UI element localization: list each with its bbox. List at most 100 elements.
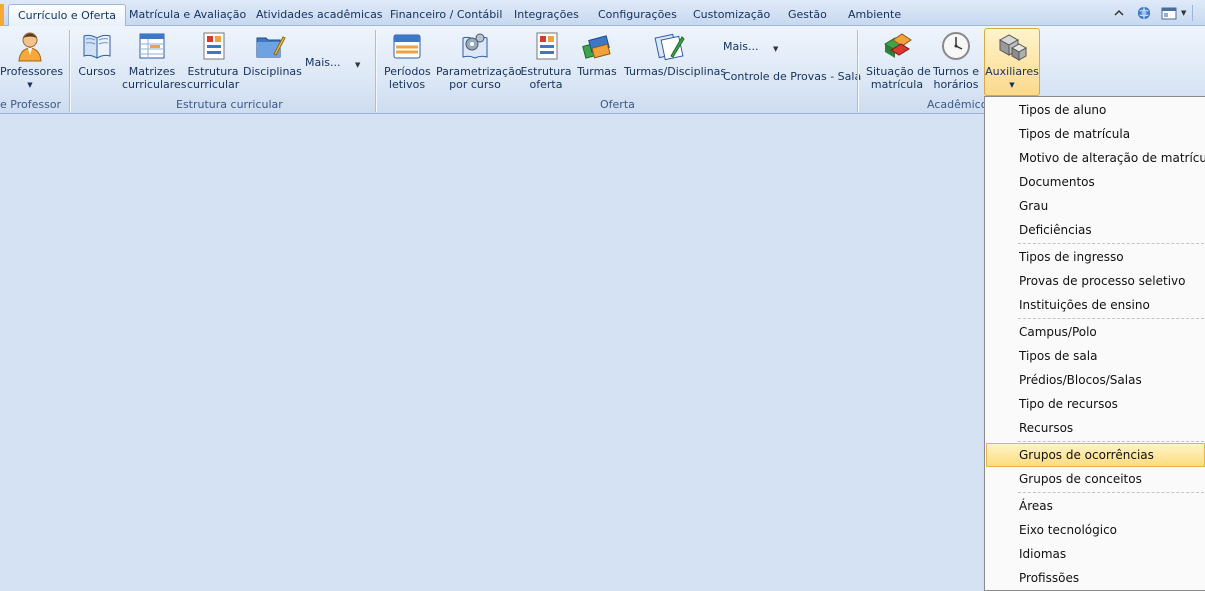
menu-item-deficiencias[interactable]: Deficiências — [986, 218, 1205, 242]
toolbar-divider — [1192, 5, 1193, 21]
professores-dropdown-icon: ▼ — [27, 81, 33, 89]
professores-label: Professores — [0, 65, 64, 78]
matrizes-label-line2: curriculares — [122, 78, 187, 91]
parametrizacao-label-line2: por curso — [449, 78, 501, 91]
menu-item-tipos-de-matricula[interactable]: Tipos de matrícula — [986, 122, 1205, 146]
gear-book-icon — [462, 33, 488, 59]
auxiliares-dropdown-icon: ▼ — [1009, 81, 1015, 89]
tab-financeiro-contabil[interactable]: Financeiro / Contábil — [390, 5, 502, 26]
group-label-estrutura-curricular: Estrutura curricular — [176, 98, 283, 111]
clock-icon — [942, 32, 970, 60]
situacao-label-line1: Situação de — [866, 65, 931, 78]
estrutura-oferta-button[interactable]: Estrutura oferta — [520, 30, 572, 91]
situacao-label-line2: matrícula — [870, 78, 924, 91]
auxiliares-dropdown-menu: Tipos de aluno Tipos de matrícula Motivo… — [984, 96, 1205, 591]
cursos-label: Cursos — [78, 65, 116, 78]
estrutura-mais-button[interactable]: Mais... ▼ — [305, 56, 365, 69]
oferta-mais-label: Mais... — [723, 40, 759, 53]
menu-item-tipos-de-aluno[interactable]: Tipos de aluno — [986, 98, 1205, 122]
group-label-professor: e Professor — [0, 98, 62, 111]
calendar-icon — [393, 34, 421, 59]
menu-item-instituicoes-de-ensino[interactable]: Instituições de ensino — [986, 293, 1205, 317]
structure-chart-icon — [203, 32, 225, 60]
turmas-disciplinas-button[interactable]: Turmas/Disciplinas — [624, 30, 726, 78]
menu-item-tipos-de-sala[interactable]: Tipos de sala — [986, 344, 1205, 368]
tab-ambiente[interactable]: Ambiente — [848, 5, 901, 26]
tab-matricula-avaliacao[interactable]: Matrícula e Avaliação — [129, 5, 246, 26]
disciplinas-button[interactable]: Disciplinas — [243, 30, 302, 78]
estrutura-curricular-label-line2: curricular — [187, 78, 240, 91]
class-disciplines-icon — [654, 33, 685, 61]
menu-separator — [1018, 441, 1204, 442]
menu-item-areas[interactable]: Áreas — [986, 494, 1205, 518]
tab-atividades-academicas[interactable]: Atividades acadêmicas — [256, 5, 383, 26]
parametrizacao-por-curso-button[interactable]: Parametrização por curso — [436, 30, 522, 91]
menu-item-campus-polo[interactable]: Campus/Polo — [986, 320, 1205, 344]
periodos-label-line2: letivos — [388, 78, 426, 91]
periodos-label-line1: Períodos — [384, 65, 431, 78]
class-books-icon — [582, 35, 611, 59]
auxiliares-label: Auxiliares — [985, 65, 1039, 78]
oferta-mais-button[interactable]: Mais... ▼ — [723, 40, 793, 53]
menu-item-profissoes[interactable]: Profissões — [986, 566, 1205, 590]
group-divider — [857, 30, 858, 112]
turnos-label-line1: Turnos e — [933, 65, 980, 78]
matrix-table-icon — [139, 33, 165, 59]
turnos-label-line2: horários — [933, 78, 979, 91]
estrutura-curricular-button[interactable]: Estrutura curricular — [187, 30, 239, 91]
tab-integracoes[interactable]: Integrações — [514, 5, 579, 26]
auxiliares-button[interactable]: Auxiliares ▼ — [984, 30, 1040, 92]
ribbon-tab-bar: Currículo e Oferta Matrícula e Avaliação… — [0, 0, 1205, 27]
controle-provas-sala-button[interactable]: Controle de Provas - Sala — [723, 70, 861, 83]
matrizes-label-line1: Matrizes — [128, 65, 176, 78]
book-icon — [83, 34, 111, 59]
application-button-edge[interactable] — [0, 4, 4, 26]
menu-item-eixo-tecnologico[interactable]: Eixo tecnológico — [986, 518, 1205, 542]
turmas-disciplinas-label: Turmas/Disciplinas — [624, 65, 727, 78]
periodos-letivos-button[interactable]: Períodos letivos — [384, 30, 431, 91]
menu-item-grau[interactable]: Grau — [986, 194, 1205, 218]
tab-configuracoes[interactable]: Configurações — [598, 5, 677, 26]
folder-pencil-icon — [256, 36, 286, 58]
help-globe-icon[interactable] — [1136, 6, 1152, 20]
situacao-matricula-button[interactable]: Situação de matrícula — [866, 30, 931, 91]
tab-gestao[interactable]: Gestão — [788, 5, 827, 26]
cursos-button[interactable]: Cursos — [77, 30, 117, 78]
group-label-academico: Acadêmico — [927, 98, 988, 111]
controle-provas-sala-label: Controle de Provas - Sala — [723, 70, 862, 83]
menu-item-recursos[interactable]: Recursos — [986, 416, 1205, 440]
structure-offer-icon — [536, 32, 558, 60]
estrutura-mais-label: Mais... — [305, 56, 341, 69]
tab-customizacao[interactable]: Customização — [693, 5, 770, 26]
menu-item-grupos-de-conceitos[interactable]: Grupos de conceitos — [986, 467, 1205, 491]
estrutura-oferta-label-line1: Estrutura — [520, 65, 572, 78]
parametrizacao-label-line1: Parametrização — [436, 65, 522, 78]
disciplinas-label: Disciplinas — [243, 65, 302, 78]
tab-curriculo-oferta[interactable]: Currículo e Oferta — [8, 4, 127, 27]
menu-separator — [1018, 318, 1204, 319]
matrizes-curriculares-button[interactable]: Matrizes curriculares — [122, 30, 187, 91]
menu-separator — [1018, 243, 1204, 244]
group-label-oferta: Oferta — [600, 98, 635, 111]
layout-icon[interactable] — [1161, 7, 1177, 20]
menu-item-documentos[interactable]: Documentos — [986, 170, 1205, 194]
group-divider — [69, 30, 70, 112]
turnos-horarios-button[interactable]: Turnos e horários — [933, 30, 979, 91]
auxiliary-boxes-icon — [998, 34, 1028, 61]
menu-item-tipo-de-recursos[interactable]: Tipo de recursos — [986, 392, 1205, 416]
menu-item-provas-processo-seletivo[interactable]: Provas de processo seletivo — [986, 269, 1205, 293]
menu-item-grupos-de-ocorrencias[interactable]: Grupos de ocorrências — [986, 443, 1205, 467]
teacher-icon — [18, 32, 42, 62]
status-cubes-icon — [884, 33, 912, 58]
estrutura-mais-dropdown-icon: ▼ — [355, 61, 361, 69]
menu-item-tipos-de-ingresso[interactable]: Tipos de ingresso — [986, 245, 1205, 269]
turmas-button[interactable]: Turmas — [576, 30, 618, 78]
turmas-label: Turmas — [577, 65, 617, 78]
professores-button[interactable]: Professores ▼ — [0, 30, 64, 92]
menu-separator — [1018, 492, 1204, 493]
minimize-ribbon-icon[interactable] — [1112, 7, 1126, 19]
menu-item-predios-blocos-salas[interactable]: Prédios/Blocos/Salas — [986, 368, 1205, 392]
layout-dropdown-icon[interactable]: ▼ — [1181, 9, 1186, 17]
menu-item-motivo-alteracao-matricula[interactable]: Motivo de alteração de matrícula — [986, 146, 1205, 170]
menu-item-idiomas[interactable]: Idiomas — [986, 542, 1205, 566]
